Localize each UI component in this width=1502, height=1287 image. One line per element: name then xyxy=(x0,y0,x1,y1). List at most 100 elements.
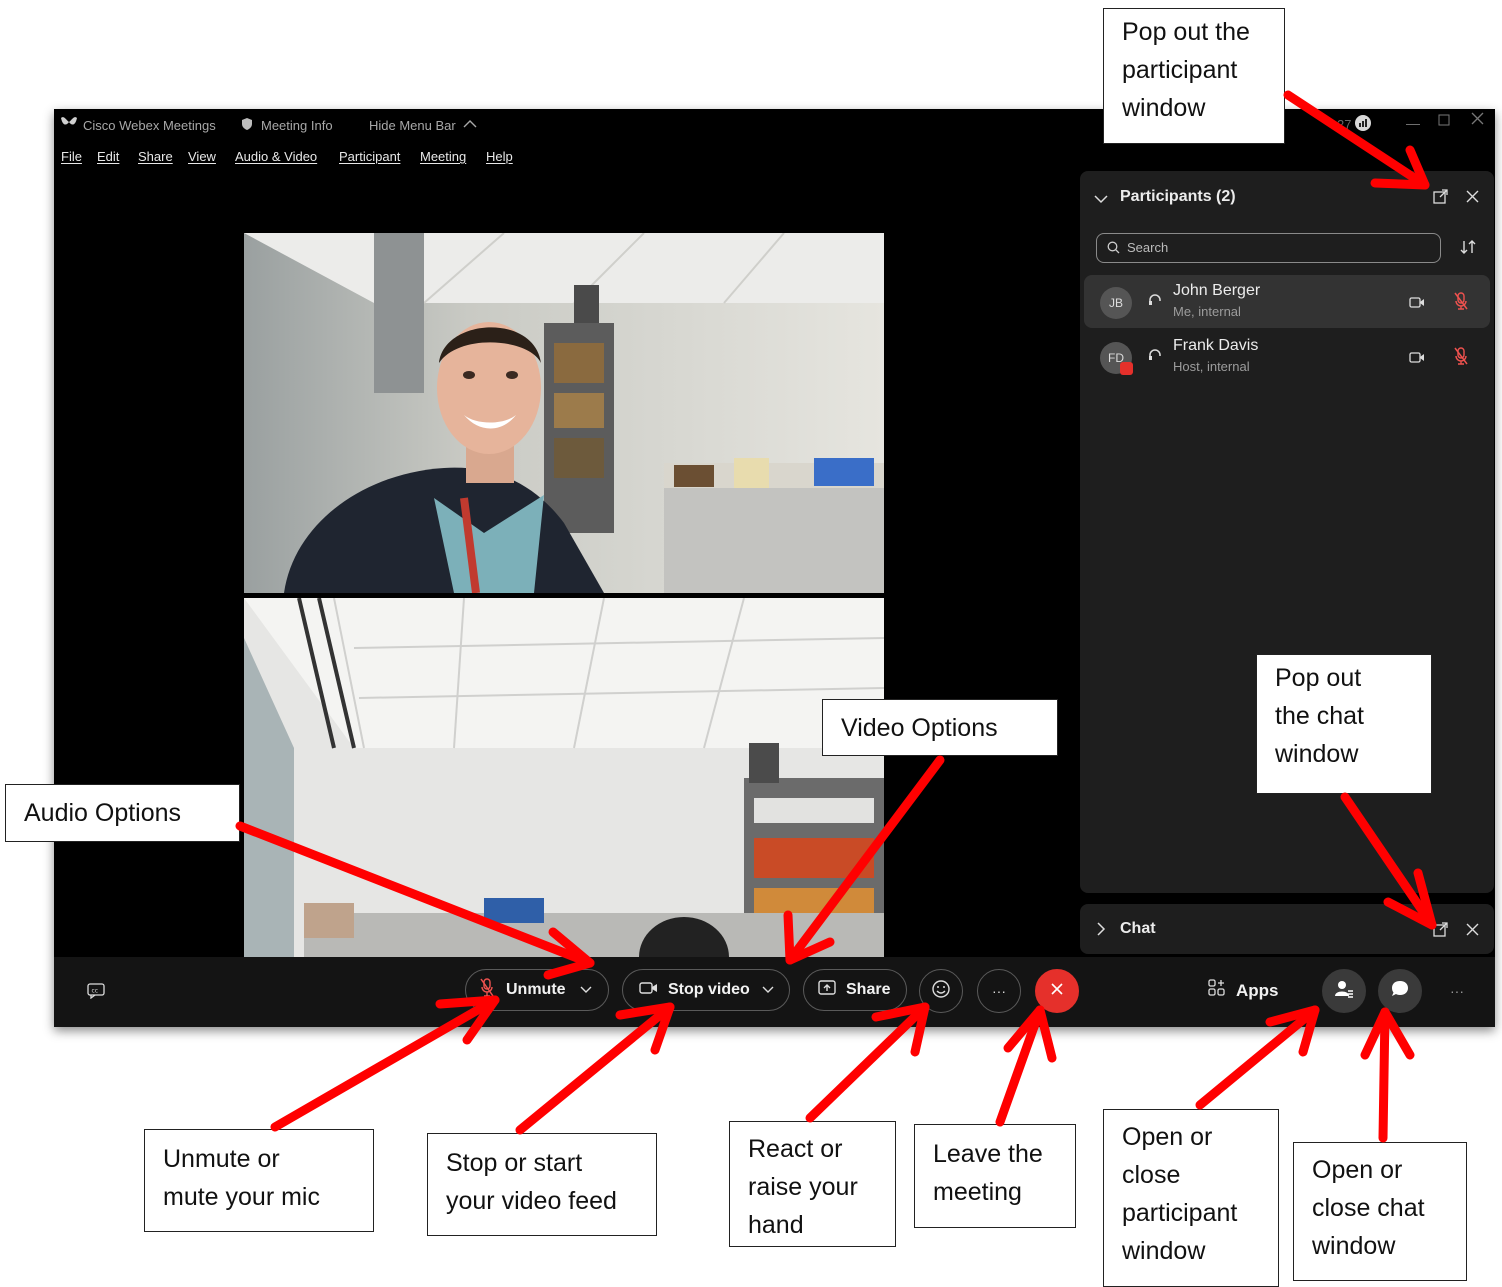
participant-name: John Berger xyxy=(1173,282,1261,299)
callout-line: Video Options xyxy=(841,714,998,742)
stop-video-button[interactable]: Stop video xyxy=(622,969,790,1011)
callout-line: meeting xyxy=(933,1178,1022,1206)
callout-pop-out-chat: Pop out the chat window xyxy=(1256,654,1432,794)
camera-icon[interactable] xyxy=(1409,295,1425,313)
search-icon xyxy=(1107,241,1120,259)
callout-line: Leave the xyxy=(933,1140,1043,1168)
leave-meeting-button[interactable] xyxy=(1035,969,1079,1013)
meeting-info-button[interactable]: Meeting Info xyxy=(261,118,333,133)
camera-icon xyxy=(639,981,658,1000)
maximize-button[interactable] xyxy=(1438,113,1450,129)
chevron-up-icon[interactable] xyxy=(463,117,477,132)
callout-line: Open or xyxy=(1312,1156,1403,1184)
menu-file[interactable]: File xyxy=(61,149,82,164)
pop-out-participants-icon[interactable] xyxy=(1433,189,1448,209)
participant-row-john[interactable]: JB John Berger Me, internal xyxy=(1084,275,1490,328)
participant-search-input[interactable]: Search xyxy=(1096,233,1441,263)
stop-video-label: Stop video xyxy=(668,981,750,998)
video-tile-frank[interactable] xyxy=(244,598,884,957)
callout-line: window xyxy=(1275,740,1359,768)
callout-leave: Leave the meeting xyxy=(914,1124,1076,1228)
participants-toggle-button[interactable] xyxy=(1322,969,1366,1013)
participants-title: Participants (2) xyxy=(1120,188,1236,205)
app-title: Cisco Webex Meetings xyxy=(83,118,216,133)
callout-video-options: Video Options xyxy=(822,699,1058,756)
menu-view[interactable]: View xyxy=(188,149,216,164)
apps-grid-icon xyxy=(1208,979,1226,1002)
callout-line: participant xyxy=(1122,56,1238,84)
pop-out-chat-icon[interactable] xyxy=(1433,922,1448,942)
callout-line: Pop out the xyxy=(1122,18,1250,46)
share-button[interactable]: Share xyxy=(803,969,907,1011)
participant-role: Me, internal xyxy=(1173,304,1241,319)
webex-logo-icon xyxy=(60,115,78,132)
callout-line: the chat xyxy=(1275,702,1364,730)
video-tile-john[interactable] xyxy=(244,233,884,593)
sort-icon[interactable] xyxy=(1460,239,1476,260)
callout-line: window xyxy=(1122,1237,1206,1265)
control-bar: cc Unmute Stop video Share ··· Apps ··· xyxy=(54,957,1495,1027)
close-participants-icon[interactable] xyxy=(1466,190,1479,208)
muted-mic-icon[interactable] xyxy=(1454,292,1468,315)
menu-edit[interactable]: Edit xyxy=(97,149,119,164)
callout-line: mute your mic xyxy=(163,1183,320,1211)
arrow-chat-toggle xyxy=(1378,1007,1390,1143)
headset-icon xyxy=(1147,292,1163,313)
muted-mic-icon[interactable] xyxy=(1454,347,1468,370)
chat-title: Chat xyxy=(1120,920,1156,937)
callout-react: React or raise your hand xyxy=(729,1121,896,1247)
close-window-button[interactable] xyxy=(1471,112,1484,128)
avatar: JB xyxy=(1100,287,1132,319)
unmute-button[interactable]: Unmute xyxy=(465,969,609,1011)
chevron-right-icon[interactable] xyxy=(1096,922,1106,941)
chat-panel: Chat xyxy=(1080,904,1494,954)
hide-menu-bar-button[interactable]: Hide Menu Bar xyxy=(369,118,456,133)
menu-help[interactable]: Help xyxy=(486,149,513,164)
video-options-chevron-icon[interactable] xyxy=(762,981,774,999)
callout-unmute-mic: Unmute or mute your mic xyxy=(144,1129,374,1232)
callout-line: Stop or start xyxy=(446,1149,583,1177)
menu-meeting[interactable]: Meeting xyxy=(420,149,466,164)
svg-text:cc: cc xyxy=(92,988,99,995)
headset-icon xyxy=(1147,347,1163,368)
close-chat-icon[interactable] xyxy=(1466,923,1479,941)
callout-line: Pop out xyxy=(1275,664,1362,692)
callout-line: close chat xyxy=(1312,1194,1425,1222)
callout-line: your video feed xyxy=(446,1187,617,1215)
callout-chat-window: Open or close chat window xyxy=(1293,1142,1467,1281)
participant-role: Host, internal xyxy=(1173,359,1250,374)
participant-row-frank[interactable]: FD Frank Davis Host, internal xyxy=(1084,330,1490,383)
reactions-button[interactable] xyxy=(919,969,963,1013)
apps-button[interactable]: Apps xyxy=(1208,979,1279,1002)
audio-options-chevron-icon[interactable] xyxy=(580,981,592,999)
webex-window: Cisco Webex Meetings Meeting Info Hide M… xyxy=(54,109,1495,1027)
callout-line: close xyxy=(1122,1161,1181,1189)
chat-bubble-icon xyxy=(1390,979,1410,1004)
shield-icon xyxy=(241,117,253,134)
chevron-down-icon[interactable] xyxy=(1094,191,1108,209)
unmute-label: Unmute xyxy=(506,981,566,998)
menu-share[interactable]: Share xyxy=(138,149,173,164)
callout-audio-options: Audio Options xyxy=(5,784,240,842)
callout-line: window xyxy=(1122,94,1206,122)
overflow-menu-button[interactable]: ··· xyxy=(1450,983,1464,999)
participant-name: Frank Davis xyxy=(1173,337,1259,354)
menu-bar: File Edit Share View Audio & Video Parti… xyxy=(54,147,754,169)
camera-icon[interactable] xyxy=(1409,350,1425,368)
menu-participant[interactable]: Participant xyxy=(339,149,400,164)
chat-toggle-button[interactable] xyxy=(1378,969,1422,1013)
close-icon xyxy=(1050,982,1064,1001)
callout-pop-out-participant: Pop out the participant window xyxy=(1103,8,1285,144)
captions-icon[interactable]: cc xyxy=(87,983,105,1004)
network-status-icon[interactable] xyxy=(1354,114,1372,135)
more-options-button[interactable]: ··· xyxy=(977,969,1021,1013)
share-icon xyxy=(818,980,836,1000)
callout-participant-window: Open or close participant window xyxy=(1103,1109,1279,1287)
search-placeholder: Search xyxy=(1127,240,1169,255)
menu-audio-video[interactable]: Audio & Video xyxy=(235,149,317,164)
apps-label: Apps xyxy=(1236,980,1279,1000)
callout-line: Open or xyxy=(1122,1123,1213,1151)
minimize-button[interactable]: — xyxy=(1406,115,1420,131)
callout-line: raise your xyxy=(748,1173,858,1201)
sharing-badge-icon xyxy=(1120,362,1133,375)
